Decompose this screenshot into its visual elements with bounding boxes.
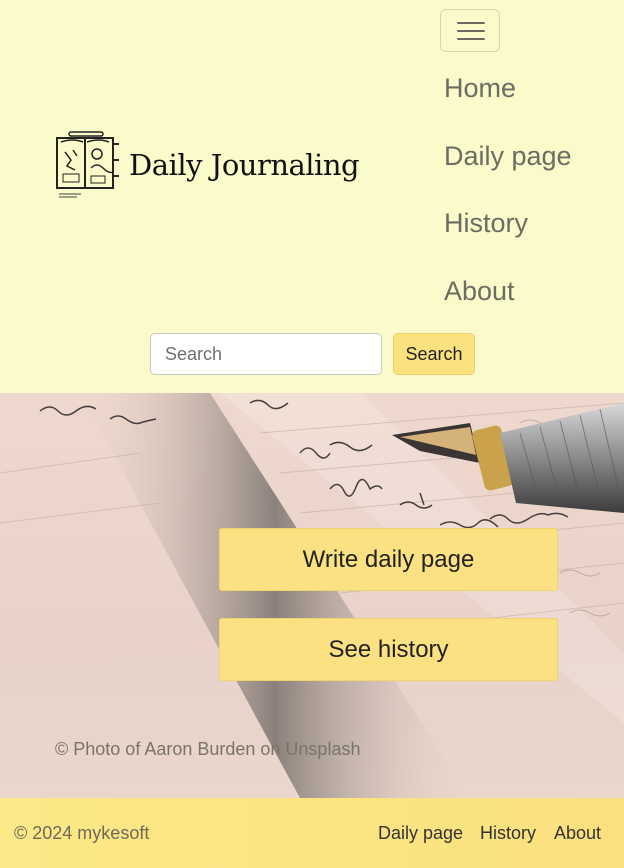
footer-link-history[interactable]: History: [480, 823, 536, 844]
hamburger-icon: [457, 22, 485, 24]
navbar: Daily Journaling Home Daily page History…: [0, 0, 624, 393]
write-daily-page-button[interactable]: Write daily page: [219, 528, 558, 591]
brand-title: Daily Journaling: [129, 148, 360, 182]
menu-toggle-button[interactable]: [440, 9, 500, 52]
brand-logo-link[interactable]: Daily Journaling: [55, 130, 360, 200]
see-history-button[interactable]: See history: [219, 618, 558, 681]
search-input[interactable]: [150, 333, 382, 375]
nav-link-history[interactable]: History: [444, 208, 528, 239]
nav-link-home[interactable]: Home: [444, 73, 516, 104]
nav-link-about[interactable]: About: [444, 276, 515, 307]
photo-credit: © Photo of Aaron Burden on Unsplash: [55, 739, 361, 759]
journal-logo-icon: [56, 131, 119, 198]
footer-link-daily-page[interactable]: Daily page: [378, 823, 463, 844]
footer-link-about[interactable]: About: [554, 823, 601, 844]
journal-photo-background: [0, 393, 624, 798]
footer: © 2024 mykesoft Daily page History About: [0, 798, 624, 868]
search-button[interactable]: Search: [393, 333, 475, 375]
copyright-text: © 2024 mykesoft: [14, 823, 150, 843]
nav-link-daily-page[interactable]: Daily page: [444, 141, 572, 172]
hero-section: Write daily page See history © Photo of …: [0, 393, 624, 798]
